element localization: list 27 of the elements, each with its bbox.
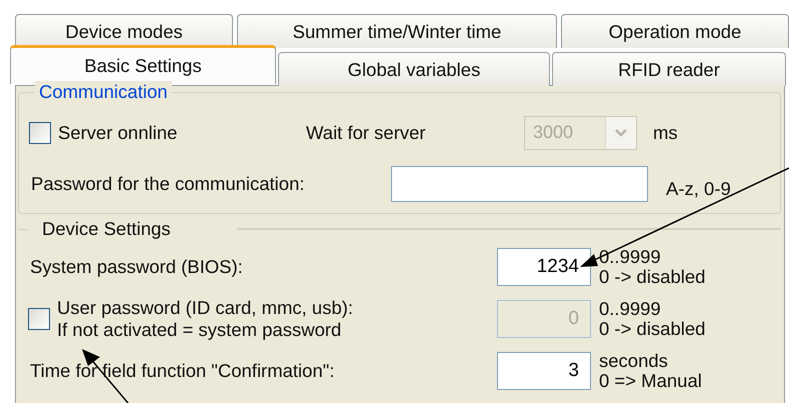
field-label: Wait for server bbox=[306, 122, 427, 144]
hint-text: 0 -> disabled bbox=[599, 319, 706, 339]
password-field[interactable] bbox=[391, 166, 648, 202]
hint-text: 0..9999 bbox=[599, 299, 662, 319]
number-field[interactable]: 1234 bbox=[497, 248, 591, 286]
group-title: Device Settings bbox=[42, 218, 171, 240]
tab[interactable]: RFID reader bbox=[552, 52, 786, 86]
field-label: Password for the communication: bbox=[31, 173, 306, 195]
tab[interactable]: Basic Settings bbox=[10, 45, 276, 84]
checkbox-label: Server onnline bbox=[58, 122, 178, 144]
field-label: System password (BIOS): bbox=[30, 256, 244, 278]
tab[interactable]: Operation mode bbox=[561, 14, 789, 48]
hint-text: seconds bbox=[599, 351, 669, 371]
tab[interactable]: Device modes bbox=[15, 14, 233, 48]
chevron-down-icon bbox=[614, 128, 628, 138]
checkbox-label: If not activated = system password bbox=[57, 319, 342, 341]
tab[interactable]: Global variables bbox=[278, 52, 550, 86]
hint-text: 0 -> disabled bbox=[599, 267, 706, 287]
unit-label: ms bbox=[653, 122, 678, 144]
tab[interactable]: Summer time/Winter time bbox=[237, 14, 557, 48]
hint-text: A-z, 0-9 bbox=[666, 178, 731, 200]
checkbox[interactable] bbox=[29, 122, 51, 144]
hint-text: 0 => Manual bbox=[599, 371, 702, 391]
field-label: Time for field function "Confirmation": bbox=[30, 360, 336, 382]
hint-text: 0..9999 bbox=[599, 247, 662, 267]
number-field[interactable]: 3 bbox=[497, 352, 591, 390]
checkbox-label: User password (ID card, mmc, usb): bbox=[57, 297, 354, 319]
